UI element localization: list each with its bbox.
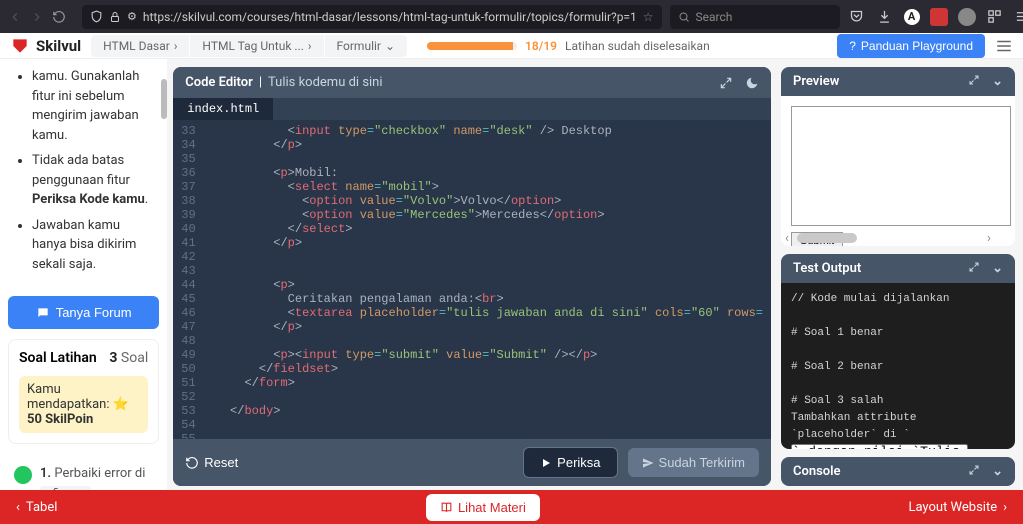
tanya-forum-button[interactable]: Tanya Forum — [8, 296, 159, 329]
logo-icon — [10, 36, 30, 56]
panduan-button[interactable]: ? Panduan Playground — [837, 34, 985, 58]
menu-button[interactable] — [995, 37, 1013, 55]
instr-item: Jawaban kamu hanya bisa dikirim sekali s… — [32, 216, 151, 275]
play-icon — [540, 457, 552, 469]
progress-count: 18/19 — [525, 39, 557, 53]
editor-subtitle: Tulis kodemu di sini — [268, 75, 383, 90]
textarea-preview[interactable] — [791, 106, 1011, 226]
reset-button[interactable]: Reset — [185, 455, 238, 470]
scrollbar-thumb[interactable] — [161, 79, 167, 119]
soal-title: Soal Latihan — [19, 350, 97, 366]
brand-logo[interactable]: Skilvul — [10, 36, 81, 56]
permissions-icon: ⚙ — [127, 10, 137, 23]
preview-title: Preview — [793, 74, 839, 89]
chevron-down-icon[interactable]: ⌄ — [992, 261, 1003, 276]
extension-icon[interactable] — [930, 8, 948, 26]
periksa-button[interactable]: Periksa — [523, 447, 617, 478]
chevron-left-icon: ‹ — [16, 500, 20, 515]
back-button[interactable] — [8, 5, 22, 29]
editor-title: Code Editor — [185, 75, 253, 90]
reload-button[interactable] — [52, 5, 66, 29]
crumb-2[interactable]: HTML Tag Untuk ...› — [190, 35, 324, 57]
search-placeholder: Search — [696, 10, 733, 24]
code-content[interactable]: <input type="checkbox" name="desk" /> De… — [208, 120, 771, 439]
extension-icon-2[interactable] — [958, 8, 976, 26]
file-tab[interactable]: index.html — [173, 98, 273, 120]
moon-icon[interactable] — [745, 76, 759, 90]
account-icon[interactable]: A — [904, 9, 920, 25]
expand-icon[interactable] — [968, 464, 980, 479]
search-icon — [678, 11, 690, 23]
crumb-3[interactable]: Formulir⌄ — [325, 35, 408, 57]
chevron-down-icon[interactable]: ⌄ — [992, 74, 1003, 89]
code-editor[interactable]: 33 34 35 36 37 38 39 40 41 42 43 44 45 4… — [173, 120, 771, 439]
chevron-down-icon: ⌄ — [385, 39, 395, 53]
skilpoin-badge: Kamu mendapatkan: ⭐ 50 SkilPoin — [19, 376, 148, 433]
download-icon[interactable] — [876, 8, 894, 26]
expand-icon[interactable] — [968, 261, 980, 276]
chat-icon — [36, 306, 50, 320]
send-icon — [642, 457, 654, 469]
lock-icon — [109, 11, 121, 23]
forward-button[interactable] — [30, 5, 44, 29]
chevron-right-icon: › — [308, 39, 312, 53]
lihat-materi-button[interactable]: Lihat Materi — [426, 494, 540, 521]
next-lesson-button[interactable]: Layout Website › — [908, 500, 1007, 515]
preview-frame[interactable]: Submit ‹› — [781, 96, 1015, 246]
test-output: // Kode mulai dijalankan # Soal 1 benar … — [781, 283, 1015, 449]
book-icon — [440, 501, 453, 514]
help-icon: ? — [849, 39, 856, 53]
expand-icon[interactable] — [968, 74, 980, 89]
progress-bar — [427, 42, 517, 50]
chevron-down-icon[interactable]: ⌄ — [992, 464, 1003, 479]
chevron-right-icon: › — [1003, 500, 1007, 515]
instr-item: kamu. Gunakanlah fitur ini sebelum mengi… — [32, 67, 151, 145]
url-bar[interactable]: ⚙ https://skilvul.com/courses/html-dasar… — [82, 5, 662, 29]
task-item-1: 1. Perbaiki error di <form> (30 SkilPoin… — [8, 454, 159, 490]
brand-text: Skilvul — [36, 37, 81, 55]
prev-lesson-button[interactable]: ‹ Tabel — [16, 500, 57, 515]
test-output-title: Test Output — [793, 261, 861, 276]
breadcrumb: HTML Dasar› HTML Tag Untuk ...› Formulir… — [91, 35, 407, 57]
line-gutter: 33 34 35 36 37 38 39 40 41 42 43 44 45 4… — [173, 120, 207, 439]
menu-icon[interactable] — [1014, 8, 1023, 26]
sudah-terkirim-button: Sudah Terkirim — [628, 448, 759, 477]
check-icon — [14, 466, 32, 484]
progress-label: Latihan sudah diselesaikan — [565, 39, 710, 53]
soal-count: 3 Soal — [109, 350, 148, 366]
pocket-icon[interactable] — [848, 8, 866, 26]
console-title: Console — [793, 464, 841, 479]
horizontal-scrollbar[interactable]: ‹› — [785, 232, 999, 244]
crumb-1[interactable]: HTML Dasar› — [91, 35, 190, 57]
instr-item: Tidak ada batas penggunaan fitur Periksa… — [32, 151, 151, 210]
bookmark-icon[interactable]: ☆ — [643, 10, 654, 24]
browser-search[interactable]: Search — [670, 5, 840, 29]
extensions-icon[interactable] — [986, 8, 1004, 26]
expand-icon[interactable] — [719, 76, 733, 90]
instruction-list: kamu. Gunakanlah fitur ini sebelum mengi… — [8, 67, 159, 290]
url-text: https://skilvul.com/courses/html-dasar/l… — [143, 10, 637, 24]
chevron-right-icon: › — [174, 39, 178, 53]
reset-icon — [185, 456, 199, 470]
shield-icon — [90, 10, 103, 23]
